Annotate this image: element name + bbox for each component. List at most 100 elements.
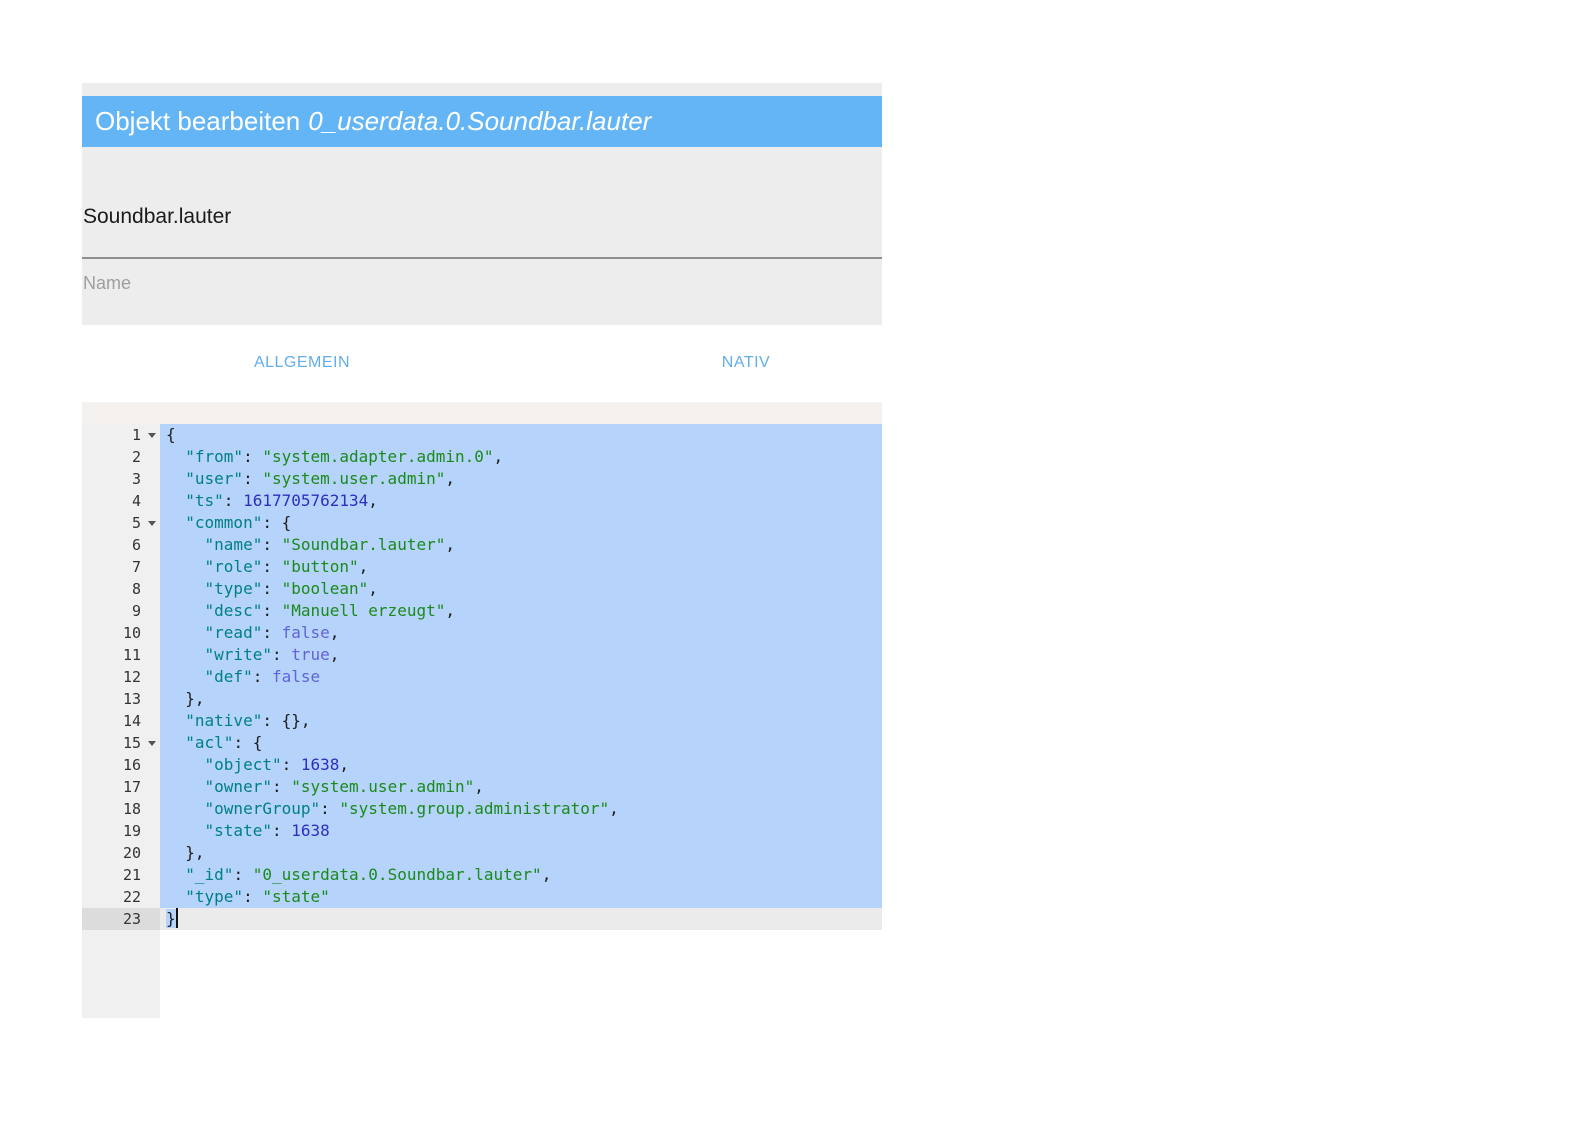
code-token: "write" xyxy=(204,645,272,664)
code-token: false xyxy=(271,667,321,686)
json-editor[interactable]: 1 2 3 4 5 6 7 8 9 10 11 12 13 14 15 16 17 18 19 20 21 22 23 { … xyxy=(82,402,882,1018)
code-token: : xyxy=(262,601,282,620)
code-token: , xyxy=(329,645,340,664)
code-token: : xyxy=(252,667,272,686)
gutter-line-number: 9 xyxy=(131,602,141,620)
code-line[interactable]: "from": "system.adapter.admin.0", xyxy=(160,446,882,468)
code-line[interactable]: "desc": "Manuell erzeugt", xyxy=(160,600,882,622)
code-token: , xyxy=(445,601,455,620)
code-token: "system.group.administrator" xyxy=(339,799,610,818)
tab-allgemein[interactable]: ALLGEMEIN xyxy=(254,354,350,372)
code-line[interactable]: "ownerGroup": "system.group.administrato… xyxy=(160,798,882,820)
code-line[interactable]: }, xyxy=(160,842,882,864)
editor-code-area[interactable]: { "from": "system.adapter.admin.0", "use… xyxy=(160,424,882,1018)
gutter-line-number: 20 xyxy=(122,844,141,862)
code-line[interactable]: } xyxy=(160,908,882,930)
dialog-top-strip xyxy=(82,83,882,96)
name-input[interactable]: Name xyxy=(83,273,131,294)
code-token: "button" xyxy=(281,557,359,576)
code-token: "owner" xyxy=(204,777,272,796)
code-line[interactable]: "object": 1638, xyxy=(160,754,882,776)
code-token: true xyxy=(291,645,330,664)
code-line[interactable]: "user": "system.user.admin", xyxy=(160,468,882,490)
code-line[interactable]: "type": "boolean", xyxy=(160,578,882,600)
code-token: "boolean" xyxy=(281,579,369,598)
code-line[interactable]: "write": true, xyxy=(160,644,882,666)
code-token: "Manuell erzeugt" xyxy=(281,601,446,620)
code-token: 1617705762134 xyxy=(243,491,369,510)
tab-nativ[interactable]: NATIV xyxy=(722,354,770,372)
gutter-line-number: 15 xyxy=(82,732,160,754)
code-line[interactable]: "native": {}, xyxy=(160,710,882,732)
code-token: "type" xyxy=(204,579,263,598)
code-token: : xyxy=(281,755,301,774)
code-token: , xyxy=(358,557,369,576)
code-line[interactable]: }, xyxy=(160,688,882,710)
code-token: : xyxy=(243,469,263,488)
gutter-line-number: 14 xyxy=(122,712,141,730)
gutter-line-number: 8 xyxy=(131,580,141,598)
code-line[interactable]: "owner": "system.user.admin", xyxy=(160,776,882,798)
code-token: "system.user.admin" xyxy=(262,469,446,488)
code-line[interactable]: "name": "Soundbar.lauter", xyxy=(160,534,882,556)
code-token: "desc" xyxy=(204,601,263,620)
code-token: : xyxy=(271,777,292,796)
code-line[interactable]: "state": 1638 xyxy=(160,820,882,842)
code-token: "common" xyxy=(185,513,263,532)
code-token: }, xyxy=(166,843,205,862)
code-token: 1638 xyxy=(300,755,340,774)
code-token: "user" xyxy=(185,469,244,488)
code-token: : xyxy=(320,799,340,818)
fold-arrow-icon[interactable] xyxy=(148,433,156,438)
gutter-line-number: 10 xyxy=(122,624,141,642)
gutter-line-number: 11 xyxy=(122,646,141,664)
fold-arrow-icon[interactable] xyxy=(148,741,156,746)
code-line[interactable]: "ts": 1617705762134, xyxy=(160,490,882,512)
gutter-line-number: 4 xyxy=(131,492,141,510)
gutter-line-number: 22 xyxy=(122,888,141,906)
code-token: "name" xyxy=(204,535,263,554)
tab-bar: ALLGEMEIN NATIV xyxy=(82,345,882,381)
code-token: , xyxy=(474,777,484,796)
gutter-line-number: 6 xyxy=(131,536,141,554)
code-line[interactable]: "read": false, xyxy=(160,622,882,644)
code-token: "ownerGroup" xyxy=(204,799,321,818)
code-token: : xyxy=(262,579,282,598)
code-token: "state" xyxy=(262,887,330,906)
code-line[interactable]: "def": false xyxy=(160,666,882,688)
gutter-line-number: 21 xyxy=(122,866,141,884)
code-token: , xyxy=(329,623,340,642)
code-token: : xyxy=(271,645,292,664)
id-underline xyxy=(82,257,882,259)
gutter-line-number: 12 xyxy=(122,668,141,686)
code-token: { xyxy=(166,425,176,444)
object-id-field[interactable]: Soundbar.lauter xyxy=(83,205,231,229)
code-line[interactable]: "role": "button", xyxy=(160,556,882,578)
code-token: , xyxy=(445,469,455,488)
code-line[interactable]: "type": "state" xyxy=(160,886,882,908)
code-token: : xyxy=(243,447,263,466)
code-token: "from" xyxy=(185,447,244,466)
code-token: : { xyxy=(233,733,263,752)
gutter-line-number: 2 xyxy=(131,448,141,466)
code-line[interactable]: "common": { xyxy=(160,512,882,534)
code-line[interactable]: "acl": { xyxy=(160,732,882,754)
text-cursor xyxy=(175,908,178,928)
code-line[interactable]: "_id": "0_userdata.0.Soundbar.lauter", xyxy=(160,864,882,886)
code-line[interactable]: { xyxy=(160,424,882,446)
code-token: "role" xyxy=(204,557,263,576)
fold-arrow-icon[interactable] xyxy=(148,521,156,526)
gutter-line-number: 5 xyxy=(82,512,160,534)
code-token: false xyxy=(281,623,330,642)
